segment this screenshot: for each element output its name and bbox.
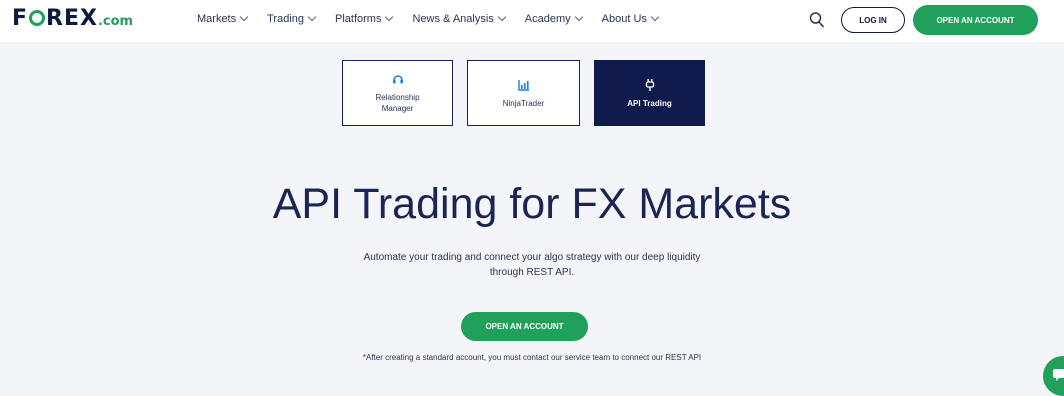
search-icon[interactable] (809, 11, 825, 29)
menu-item-label: Trading (267, 13, 305, 25)
chevron-down-icon (574, 12, 583, 22)
top-navigation-bar: F REX .com Markets Trading Platforms New… (0, 0, 1064, 42)
tab-api-trading[interactable]: API Trading (594, 60, 705, 126)
logo-suffix: .com (97, 14, 134, 29)
tab-label: Relationship Manager (375, 93, 420, 113)
menu-item-trading[interactable]: Trading (267, 12, 317, 25)
chevron-down-icon (497, 12, 507, 22)
hero-subtitle-line: Automate your trading and connect your a… (363, 252, 701, 263)
chat-bubble-icon (1053, 369, 1064, 381)
logo-letter-f: F (12, 6, 29, 31)
menu-item-label: About Us (601, 13, 647, 25)
chevron-down-icon (239, 12, 249, 22)
tab-label: API Trading (627, 98, 672, 108)
logo-ring-icon (29, 10, 46, 26)
menu-item-label: Platforms (335, 13, 382, 25)
menu-item-label: Academy (524, 13, 571, 25)
menu-item-about-us[interactable]: About Us (601, 12, 660, 25)
hero-subtitle-line: through REST API. (489, 267, 575, 278)
footnote: *After creating a standard account, you … (362, 353, 702, 362)
menu-item-label: News & Analysis (412, 13, 494, 25)
open-account-header-button[interactable]: OPEN AN ACCOUNT (913, 5, 1038, 35)
menu-item-news-analysis[interactable]: News & Analysis (412, 12, 507, 25)
forex-logo[interactable]: F REX .com (12, 6, 133, 31)
chart-icon (517, 79, 529, 91)
chat-widget-button[interactable] (1043, 356, 1064, 396)
menu-item-academy[interactable]: Academy (524, 12, 583, 25)
tab-ninjatrader[interactable]: NinjaTrader (467, 60, 580, 126)
logo-letters: REX (46, 6, 98, 31)
plug-icon (645, 78, 654, 91)
chevron-down-icon (307, 12, 317, 22)
hero-subtitle: Automate your trading and connect your a… (292, 250, 772, 280)
page-title: API Trading for FX Markets (272, 180, 792, 228)
menu-item-markets[interactable]: Markets (197, 12, 249, 25)
chevron-down-icon (385, 12, 394, 22)
main-menu: Markets Trading Platforms News & Analysi… (197, 12, 660, 25)
chevron-down-icon (650, 12, 660, 22)
open-account-button[interactable]: OPEN AN ACCOUNT (461, 312, 588, 341)
headset-icon (392, 75, 403, 84)
menu-item-platforms[interactable]: Platforms (335, 12, 394, 25)
menu-item-label: Markets (197, 13, 237, 25)
tab-label: NinjaTrader (502, 98, 545, 108)
tab-relationship-manager[interactable]: Relationship Manager (342, 60, 453, 126)
login-button[interactable]: LOG IN (841, 7, 905, 33)
